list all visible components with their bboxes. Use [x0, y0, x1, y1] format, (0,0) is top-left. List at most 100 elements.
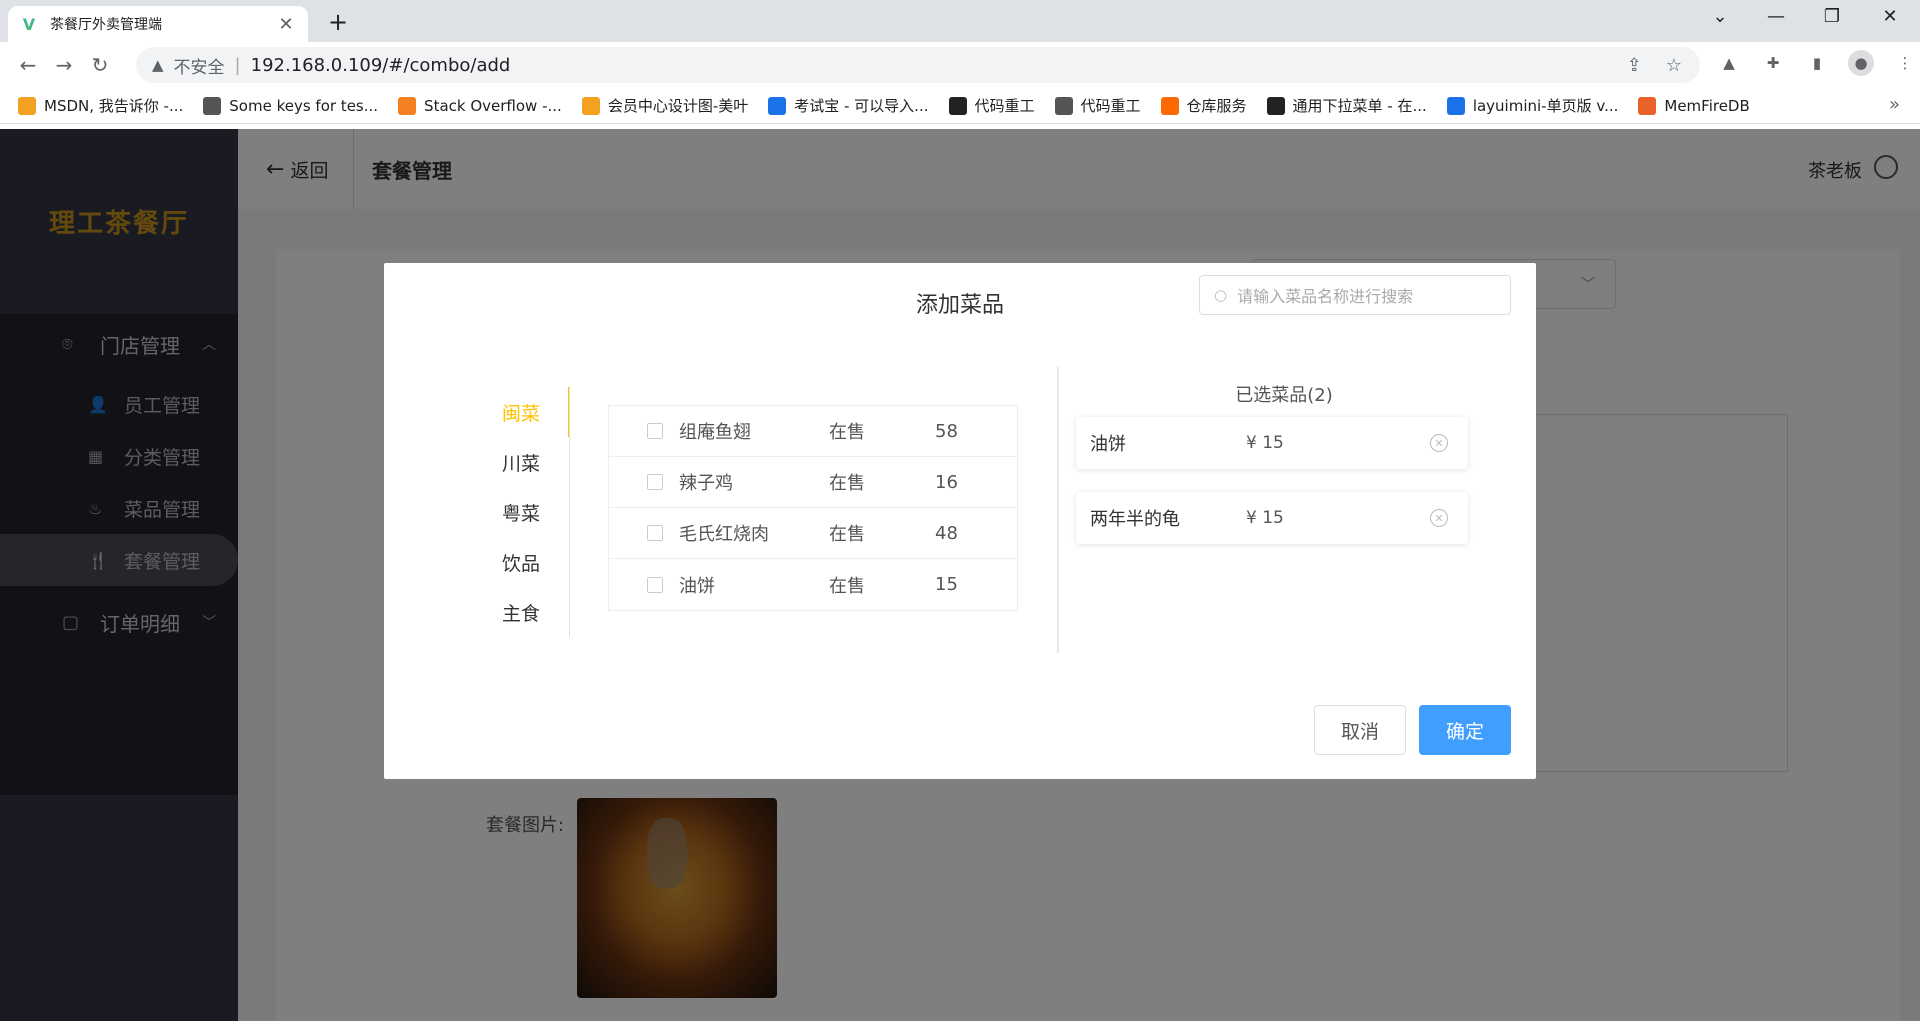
dish-row[interactable]: 组庵鱼翅 在售 58	[609, 406, 1017, 457]
bookmark-label: layuimini-单页版 v...	[1472, 97, 1619, 115]
share-icon[interactable]: ⇪	[1627, 55, 1642, 76]
dish-name: 油饼	[679, 575, 715, 597]
dish-price: 58	[935, 420, 958, 442]
dish-price: 16	[935, 471, 958, 493]
search-icon: ○	[1214, 286, 1228, 304]
bookmark-favicon-icon	[1054, 96, 1073, 115]
dish-name: 组庵鱼翅	[679, 422, 751, 443]
address-separator: |	[234, 54, 241, 76]
selected-dish-name: 油饼	[1090, 434, 1126, 455]
new-tab-button[interactable]: +	[324, 8, 352, 36]
bookmark-item[interactable]: 代码重工	[1054, 95, 1141, 116]
address-bar[interactable]: ▲ 不安全 | 192.168.0.109/#/combo/add ⇪ ☆	[136, 47, 1700, 83]
bookmark-favicon-icon	[1446, 96, 1465, 115]
omnibox-actions: ⇪ ☆	[1627, 55, 1682, 76]
dish-status: 在售	[829, 473, 865, 494]
category-divider	[569, 387, 570, 637]
dish-price: 15	[935, 574, 958, 595]
dish-name: 毛氏红烧肉	[679, 524, 769, 545]
bookmark-favicon-icon	[398, 96, 417, 115]
tab-title: 茶餐厅外卖管理端	[50, 17, 162, 33]
category-tab[interactable]: 川菜	[484, 437, 570, 487]
puzzle-icon[interactable]: ✚	[1760, 50, 1786, 76]
dish-checkbox[interactable]	[647, 525, 663, 541]
vue-favicon-icon: V	[22, 14, 36, 34]
forward-arrow-icon[interactable]: →	[46, 53, 82, 77]
selected-dish-price: ¥ 15	[1246, 508, 1284, 528]
bookmark-item[interactable]: 考试宝 - 可以导入...	[768, 95, 929, 116]
selected-dish-price: ¥ 15	[1246, 433, 1284, 453]
bookmark-label: Some keys for tes...	[229, 96, 379, 115]
close-window-button[interactable]: ✕	[1870, 6, 1910, 27]
bookmark-label: 代码重工	[1080, 97, 1141, 115]
dish-checkbox[interactable]	[647, 576, 663, 593]
reload-icon[interactable]: ↻	[82, 53, 118, 77]
bookmark-favicon-icon	[18, 96, 36, 115]
bookmark-label: MemFireDB	[1664, 96, 1750, 115]
profile-avatar[interactable]: ●	[1848, 50, 1874, 76]
tab-search-icon[interactable]: ⌄	[1700, 6, 1740, 27]
dish-status: 在售	[829, 524, 865, 545]
warning-icon[interactable]: ▲	[152, 56, 164, 74]
dish-status: 在售	[829, 575, 865, 597]
category-tab[interactable]: 主食	[484, 587, 570, 637]
add-dish-dialog: 添加菜品 ○ 请输入菜品名称进行搜索 闽菜 川菜 粤菜 饮品 主食 组庵鱼翅 在售 58 辣子…	[384, 263, 1536, 779]
dish-name: 辣子鸡	[679, 473, 733, 494]
back-arrow-icon[interactable]: ←	[10, 53, 46, 77]
tab-strip: V 茶餐厅外卖管理端 ✕ + ⌄ — ❐ ✕	[0, 0, 1920, 42]
bookmark-favicon-icon	[581, 96, 600, 115]
dish-status: 在售	[829, 422, 865, 443]
cancel-button[interactable]: 取消	[1314, 705, 1406, 755]
selected-title: 已选菜品(2)	[1235, 385, 1333, 406]
bookmark-item[interactable]: 代码重工	[948, 95, 1035, 116]
bookmark-favicon-icon	[948, 96, 967, 115]
bookmark-item[interactable]: 会员中心设计图-美叶	[581, 95, 748, 116]
remove-circle-icon[interactable]: ✕	[1430, 434, 1448, 452]
remove-circle-icon[interactable]: ✕	[1430, 509, 1448, 527]
bookmark-label: 考试宝 - 可以导入...	[794, 97, 929, 115]
category-list: 闽菜 川菜 粤菜 饮品 主食	[484, 387, 570, 637]
insecure-label: 不安全	[173, 57, 225, 78]
panel-divider	[1057, 367, 1059, 653]
dish-search-input[interactable]: ○ 请输入菜品名称进行搜索	[1199, 275, 1511, 315]
dish-checkbox[interactable]	[647, 423, 663, 439]
bookmark-item[interactable]: 仓库服务	[1160, 95, 1247, 116]
bookmark-item[interactable]: MemFireDB	[1638, 96, 1750, 115]
bookmark-item[interactable]: layuimini-单页版 v...	[1446, 95, 1619, 116]
sidepanel-icon[interactable]: ▮	[1804, 50, 1830, 76]
category-tab[interactable]: 粤菜	[484, 487, 570, 537]
bookmarks-overflow-icon[interactable]: »	[1889, 94, 1900, 115]
browser-tab[interactable]: V 茶餐厅外卖管理端 ✕	[8, 6, 308, 42]
bookmark-label: Stack Overflow -...	[424, 96, 562, 115]
url-text[interactable]: 192.168.0.109/#/combo/add	[251, 55, 511, 76]
selected-dish-item: 油饼 ¥ 15 ✕	[1076, 417, 1468, 469]
category-tab[interactable]: 饮品	[484, 537, 570, 587]
dish-row[interactable]: 毛氏红烧肉 在售 48	[609, 508, 1017, 559]
dish-price: 48	[935, 522, 958, 544]
category-tab[interactable]: 闽菜	[484, 387, 570, 437]
bookmark-item[interactable]: MSDN, 我告诉你 -...	[18, 95, 183, 116]
selected-dish-name: 两年半的龟	[1090, 509, 1180, 530]
bookmark-label: 仓库服务	[1186, 97, 1247, 115]
maximize-button[interactable]: ❐	[1812, 6, 1852, 27]
bookmark-item[interactable]: Stack Overflow -...	[398, 96, 562, 115]
bookmark-star-icon[interactable]: ☆	[1666, 55, 1682, 76]
dish-row[interactable]: 辣子鸡 在售 16	[609, 457, 1017, 508]
menu-kebab-icon[interactable]: ⋮	[1892, 50, 1918, 76]
extension-icon[interactable]: ▲	[1716, 50, 1742, 76]
bookmark-item[interactable]: 通用下拉菜单 - 在...	[1266, 95, 1427, 116]
bookmarks-bar: MSDN, 我告诉你 -... Some keys for tes... Stack…	[0, 88, 1920, 124]
bookmark-label: MSDN, 我告诉你 -...	[44, 97, 184, 115]
dish-row[interactable]: 油饼 在售 15	[609, 559, 1017, 610]
bookmark-favicon-icon	[1160, 96, 1179, 115]
minimize-button[interactable]: —	[1756, 6, 1796, 27]
dish-checkbox[interactable]	[647, 474, 663, 490]
tab-close-icon[interactable]: ✕	[276, 14, 296, 35]
bookmark-favicon-icon	[768, 96, 787, 115]
extensions-area: ▲ ✚ ▮ ● ⋮	[1716, 50, 1918, 76]
bookmark-item[interactable]: Some keys for tes...	[203, 96, 379, 115]
selected-dish-item: 两年半的龟 ¥ 15 ✕	[1076, 492, 1468, 544]
confirm-button[interactable]: 确定	[1419, 705, 1511, 755]
bookmark-label: 代码重工	[974, 97, 1035, 115]
bookmark-label: 通用下拉菜单 - 在...	[1292, 97, 1427, 115]
